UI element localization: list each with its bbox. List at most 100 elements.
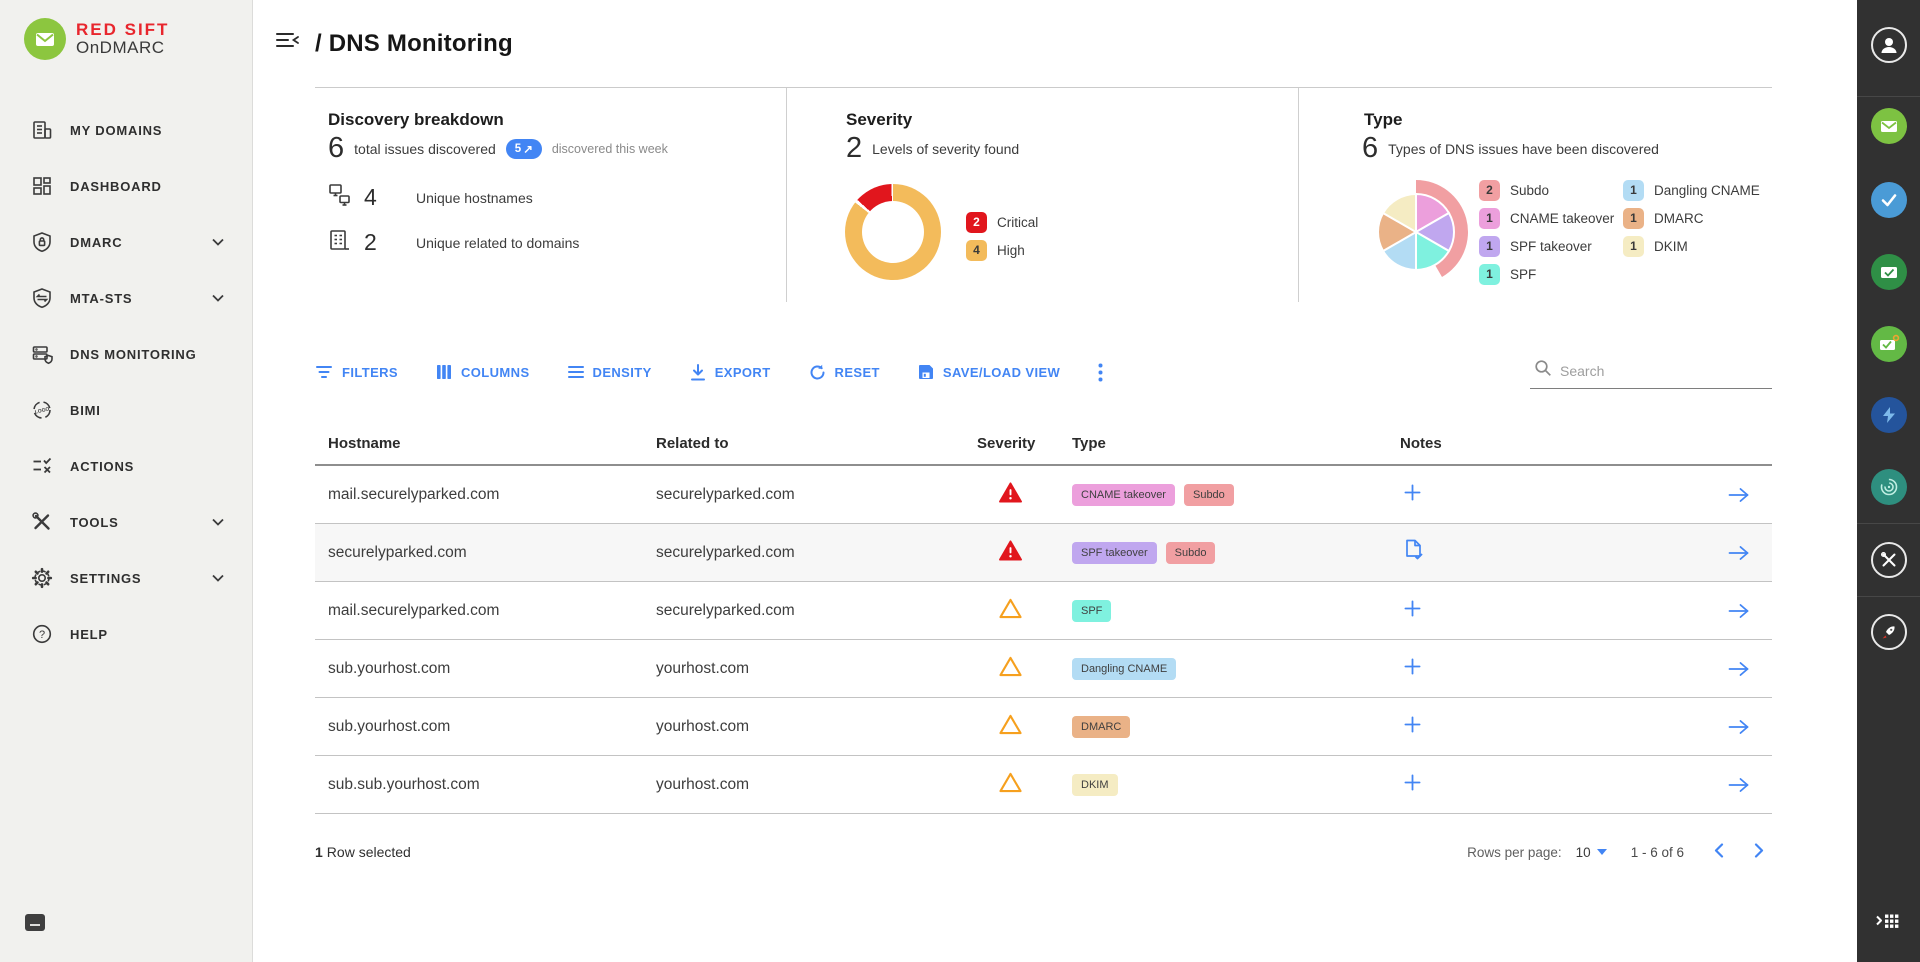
trend-up-icon: ↗ [523, 142, 533, 156]
critical-severity-icon [999, 482, 1022, 508]
sidebar-item-dmarc[interactable]: DMARC [0, 214, 252, 270]
sidebar-label: BIMI [70, 403, 224, 418]
type-count: 6 [1362, 132, 1378, 165]
blue-check-app-icon[interactable] [1871, 182, 1907, 218]
dmarc-shield-lock-icon [30, 230, 54, 254]
sidebar-item-help[interactable]: ? HELP [0, 606, 252, 662]
open-row-arrow-icon[interactable] [1728, 777, 1750, 793]
table-footer: 1Row selected Rows per page: 10 1 - 6 of… [315, 834, 1772, 870]
type-chips: Dangling CNAME [1072, 658, 1400, 680]
chevron-down-icon [212, 574, 224, 582]
hostname-cell: sub.sub.yourhost.com [328, 776, 656, 794]
unique-hostnames-count: 4 [364, 184, 416, 211]
open-row-arrow-icon[interactable] [1728, 487, 1750, 503]
sidebar-collapse-icon[interactable] [275, 30, 301, 50]
type-legend-col1: 2Subdo 1CNAME takeover 1SPF takeover 1SP… [1479, 176, 1614, 288]
table-row[interactable]: sub.sub.yourhost.com yourhost.com DKIM [315, 756, 1772, 814]
app-switcher-rail [1857, 0, 1920, 962]
density-button[interactable]: DENSITY [568, 365, 652, 380]
add-note-icon[interactable] [1404, 600, 1421, 617]
teal-radar-app-icon[interactable] [1871, 469, 1907, 505]
total-issues-label: total issues discovered [354, 141, 496, 157]
table-row[interactable]: mail.securelyparked.com securelyparked.c… [315, 466, 1772, 524]
open-row-arrow-icon[interactable] [1728, 603, 1750, 619]
rocket-circle-icon[interactable] [1871, 614, 1907, 650]
spf-count-badge: 1 [1479, 264, 1500, 285]
severity-levels-count: 2 [846, 132, 862, 165]
sidebar-label: ACTIONS [70, 459, 224, 474]
export-button[interactable]: EXPORT [690, 364, 771, 381]
unique-hostnames-label: Unique hostnames [416, 190, 533, 206]
open-row-arrow-icon[interactable] [1728, 661, 1750, 677]
type-chip: DMARC [1072, 716, 1130, 738]
add-note-icon[interactable] [1404, 658, 1421, 675]
sidebar-item-dns-monitoring[interactable]: DNS MONITORING [0, 326, 252, 382]
left-sidebar: RED SIFT OnDMARC MY DOMAINS DASHBOARD DM… [0, 0, 253, 962]
columns-button[interactable]: COLUMNS [436, 364, 530, 380]
sidebar-item-settings[interactable]: SETTINGS [0, 550, 252, 606]
related-to-cell: securelyparked.com [656, 602, 977, 620]
bimi-logo-stamp-icon: LOGO [30, 398, 54, 422]
brand-logo[interactable]: RED SIFT OnDMARC [0, 0, 252, 60]
dmarc-count-badge: 1 [1623, 208, 1644, 229]
account-icon[interactable] [1871, 27, 1907, 63]
sidebar-item-my-domains[interactable]: MY DOMAINS [0, 102, 252, 158]
filters-button[interactable]: FILTERS [315, 364, 398, 380]
sidebar-label: MY DOMAINS [70, 123, 224, 138]
search-input[interactable] [1560, 363, 1770, 379]
card-title: Type [1364, 110, 1402, 130]
add-note-icon[interactable] [1404, 716, 1421, 733]
high-severity-icon [999, 714, 1022, 740]
severity-card: Severity 2 Levels of severity found 2 Cr… [786, 88, 1298, 302]
ondmarc-app-icon[interactable] [1871, 108, 1907, 144]
add-note-icon[interactable] [1404, 774, 1421, 791]
high-severity-icon [999, 772, 1022, 798]
brand-name-bottom: OnDMARC [76, 39, 169, 57]
view-note-icon[interactable] [1404, 539, 1424, 561]
svg-text:LOGO: LOGO [34, 406, 50, 415]
type-chip: SPF [1072, 600, 1111, 622]
discovery-breakdown-card: Discovery breakdown 6 total issues disco… [315, 88, 786, 302]
dangling-cname-count-badge: 1 [1623, 180, 1644, 201]
app-grid-icon[interactable] [1876, 913, 1902, 934]
tools-circle-icon[interactable] [1871, 542, 1907, 578]
more-options-kebab-icon[interactable] [1098, 363, 1103, 382]
sidebar-item-bimi[interactable]: LOGO BIMI [0, 382, 252, 438]
summary-cards: Discovery breakdown 6 total issues disco… [315, 88, 1772, 302]
legend-label: Critical [997, 215, 1038, 230]
green-mail-crown-app-icon[interactable] [1871, 326, 1907, 362]
green-mail-check-app-icon[interactable] [1871, 254, 1907, 290]
type-chips: CNAME takeover Subdo [1072, 484, 1400, 506]
type-chip: DKIM [1072, 774, 1118, 796]
table-row[interactable]: mail.securelyparked.com securelyparked.c… [315, 582, 1772, 640]
reset-button[interactable]: RESET [809, 364, 880, 381]
type-legend-col2: 1Dangling CNAME 1DMARC 1DKIM [1623, 176, 1760, 260]
search-box[interactable] [1530, 355, 1772, 389]
col-header-related-to: Related to [656, 435, 977, 452]
related-to-cell: securelyparked.com [656, 544, 977, 562]
table-row[interactable]: sub.yourhost.com yourhost.com Dangling C… [315, 640, 1772, 698]
open-row-arrow-icon[interactable] [1728, 545, 1750, 561]
high-severity-icon [999, 598, 1022, 624]
discovered-this-week-badge: 5↗ [506, 139, 542, 159]
sidebar-item-dashboard[interactable]: DASHBOARD [0, 158, 252, 214]
save-load-view-button[interactable]: SAVE/LOAD VIEW [918, 364, 1060, 380]
open-row-arrow-icon[interactable] [1728, 719, 1750, 735]
chat-widget-icon[interactable] [24, 912, 46, 934]
related-to-cell: securelyparked.com [656, 486, 977, 504]
blue-flash-app-icon[interactable] [1871, 397, 1907, 433]
previous-page-icon[interactable] [1706, 843, 1732, 861]
next-page-icon[interactable] [1746, 843, 1772, 861]
type-chips: SPF [1072, 600, 1400, 622]
type-chip: CNAME takeover [1072, 484, 1175, 506]
sidebar-item-mta-sts[interactable]: MTA-STS [0, 270, 252, 326]
type-chips: SPF takeover Subdo [1072, 542, 1400, 564]
add-note-icon[interactable] [1404, 484, 1421, 501]
actions-checklist-icon [30, 454, 54, 478]
sidebar-item-actions[interactable]: ACTIONS [0, 438, 252, 494]
legend-item-high: 4 High [966, 236, 1038, 264]
sidebar-item-tools[interactable]: TOOLS [0, 494, 252, 550]
table-row[interactable]: sub.yourhost.com yourhost.com DMARC [315, 698, 1772, 756]
table-row-selected[interactable]: securelyparked.com securelyparked.com SP… [315, 524, 1772, 582]
rows-per-page-select[interactable]: 10 [1576, 845, 1607, 860]
